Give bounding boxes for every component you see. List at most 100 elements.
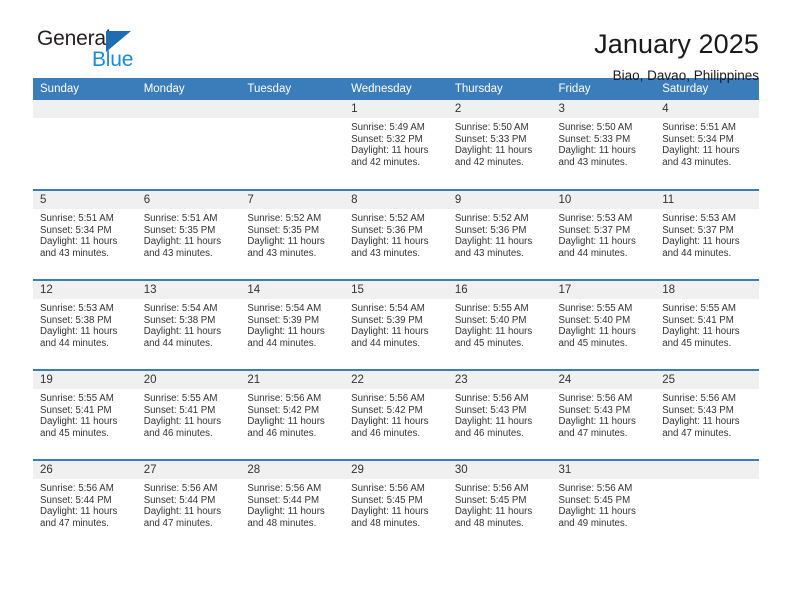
calendar-day-cell[interactable]: 14 Sunrise: 5:54 AM Sunset: 5:39 PM Dayligh… <box>240 279 345 370</box>
sunset-text: Sunset: 5:44 PM <box>247 494 320 506</box>
day-cell-inner: 12 Sunrise: 5:53 AM Sunset: 5:38 PM Dayligh… <box>33 281 137 369</box>
day-sun-info: Sunrise: 5:55 AM Sunset: 5:41 PM Daylight:… <box>33 389 137 439</box>
calendar-day-cell-empty <box>136 100 241 190</box>
day-number: 12 <box>33 281 137 299</box>
day-number: 18 <box>655 281 759 299</box>
sunrise-text: Sunrise: 5:49 AM <box>351 122 425 133</box>
daylight-text-line2: and 47 minutes. <box>143 517 213 529</box>
calendar-day-cell[interactable]: 7 Sunrise: 5:52 AM Sunset: 5:35 PM Daylight… <box>240 189 345 280</box>
day-number: 3 <box>551 100 656 118</box>
calendar-day-cell[interactable]: 2 Sunrise: 5:50 AM Sunset: 5:33 PM Daylight… <box>447 100 552 190</box>
calendar-day-cell[interactable]: 26 Sunrise: 5:56 AM Sunset: 5:44 PM Dayligh… <box>33 459 137 550</box>
day-number: 19 <box>33 371 137 389</box>
calendar-day-cell[interactable]: 31 Sunrise: 5:56 AM Sunset: 5:45 PM Dayligh… <box>551 459 656 550</box>
daylight-text-line2: and 42 minutes. <box>454 156 524 168</box>
sunset-text: Sunset: 5:42 PM <box>351 404 423 416</box>
weekday-header-wednesday: Wednesday <box>344 78 448 100</box>
sunset-text: Sunset: 5:39 PM <box>351 314 423 326</box>
day-cell-inner: 24 Sunrise: 5:56 AM Sunset: 5:43 PM Dayligh… <box>551 371 656 459</box>
day-cell-inner: 3 Sunrise: 5:50 AM Sunset: 5:33 PM Daylight… <box>551 100 656 188</box>
calendar-day-cell[interactable]: 16 Sunrise: 5:55 AM Sunset: 5:40 PM Dayligh… <box>447 279 552 370</box>
daylight-text-line1: Daylight: 11 hours <box>558 236 636 248</box>
calendar-day-cell[interactable]: 9 Sunrise: 5:52 AM Sunset: 5:36 PM Daylight… <box>447 189 552 280</box>
calendar-day-cell[interactable]: 4 Sunrise: 5:51 AM Sunset: 5:34 PM Daylight… <box>655 100 759 190</box>
day-sun-info: Sunrise: 5:54 AM Sunset: 5:39 PM Daylight:… <box>344 299 448 349</box>
sunset-text: Sunset: 5:33 PM <box>454 133 527 145</box>
day-number <box>33 100 137 118</box>
calendar-day-cell[interactable]: 6 Sunrise: 5:51 AM Sunset: 5:35 PM Daylight… <box>136 189 241 280</box>
day-cell-inner: 8 Sunrise: 5:52 AM Sunset: 5:36 PM Daylight… <box>344 191 448 279</box>
day-number: 4 <box>655 100 759 118</box>
calendar-day-cell[interactable]: 19 Sunrise: 5:55 AM Sunset: 5:41 PM Dayligh… <box>33 369 137 460</box>
calendar-day-cell[interactable]: 23 Sunrise: 5:56 AM Sunset: 5:43 PM Dayligh… <box>447 369 552 460</box>
sunrise-text: Sunrise: 5:54 AM <box>143 303 218 314</box>
day-number: 6 <box>136 191 241 209</box>
calendar-day-cell[interactable]: 5 Sunrise: 5:51 AM Sunset: 5:34 PM Daylight… <box>33 189 137 280</box>
day-cell-inner <box>136 100 241 188</box>
daylight-text-line2: and 43 minutes. <box>40 247 109 259</box>
calendar-week-row: 5 Sunrise: 5:51 AM Sunset: 5:34 PM Daylight… <box>33 189 759 280</box>
calendar-day-cell[interactable]: 3 Sunrise: 5:50 AM Sunset: 5:33 PM Daylight… <box>551 100 656 190</box>
daylight-text-line2: and 44 minutes. <box>247 337 317 349</box>
sunrise-text: Sunrise: 5:53 AM <box>558 213 633 224</box>
sunrise-text: Sunrise: 5:51 AM <box>40 213 114 224</box>
day-cell-inner: 30 Sunrise: 5:56 AM Sunset: 5:45 PM Dayligh… <box>447 461 552 549</box>
weekday-header-monday: Monday <box>136 78 241 100</box>
daylight-text-line1: Daylight: 11 hours <box>40 236 118 248</box>
page-title: January 2025 <box>594 29 759 59</box>
day-sun-info: Sunrise: 5:56 AM Sunset: 5:44 PM Daylight:… <box>137 479 241 529</box>
calendar-day-cell[interactable]: 15 Sunrise: 5:54 AM Sunset: 5:39 PM Dayligh… <box>344 279 448 370</box>
calendar-week-row: 1 Sunrise: 5:49 AM Sunset: 5:32 PM Daylight… <box>33 100 759 190</box>
calendar-day-cell[interactable]: 18 Sunrise: 5:55 AM Sunset: 5:41 PM Dayligh… <box>655 279 759 370</box>
calendar-day-cell[interactable]: 28 Sunrise: 5:56 AM Sunset: 5:44 PM Dayligh… <box>240 459 345 550</box>
daylight-text-line1: Daylight: 11 hours <box>454 236 533 248</box>
calendar-day-cell[interactable]: 17 Sunrise: 5:55 AM Sunset: 5:40 PM Dayligh… <box>551 279 656 370</box>
calendar-day-cell[interactable]: 12 Sunrise: 5:53 AM Sunset: 5:38 PM Dayligh… <box>33 279 137 370</box>
day-number: 15 <box>344 281 448 299</box>
brand-name-blue: Blue <box>92 48 134 71</box>
calendar-day-cell[interactable]: 25 Sunrise: 5:56 AM Sunset: 5:43 PM Dayligh… <box>655 369 759 460</box>
sunset-text: Sunset: 5:33 PM <box>558 133 631 145</box>
daylight-text-line2: and 45 minutes. <box>662 337 732 349</box>
calendar-day-cell[interactable]: 30 Sunrise: 5:56 AM Sunset: 5:45 PM Dayligh… <box>447 459 552 550</box>
sunset-text: Sunset: 5:41 PM <box>143 404 216 416</box>
sunset-text: Sunset: 5:43 PM <box>454 404 527 416</box>
day-number: 24 <box>551 371 656 389</box>
title-block: January 2025 Biao, Davao, Philippines <box>594 27 759 84</box>
day-sun-info: Sunrise: 5:50 AM Sunset: 5:33 PM Daylight:… <box>448 118 552 168</box>
calendar-day-cell-empty <box>33 100 137 190</box>
day-number <box>240 100 345 118</box>
day-number: 26 <box>33 461 137 479</box>
calendar-day-cell[interactable]: 27 Sunrise: 5:56 AM Sunset: 5:44 PM Dayligh… <box>136 459 241 550</box>
daylight-text-line2: and 42 minutes. <box>351 156 421 168</box>
sunset-text: Sunset: 5:39 PM <box>247 314 320 326</box>
calendar-day-cell[interactable]: 22 Sunrise: 5:56 AM Sunset: 5:42 PM Dayligh… <box>344 369 448 460</box>
daylight-text-line1: Daylight: 11 hours <box>558 506 636 518</box>
sunset-text: Sunset: 5:40 PM <box>454 314 527 326</box>
calendar-day-cell[interactable]: 13 Sunrise: 5:54 AM Sunset: 5:38 PM Dayligh… <box>136 279 241 370</box>
calendar-day-cell[interactable]: 20 Sunrise: 5:55 AM Sunset: 5:41 PM Dayligh… <box>136 369 241 460</box>
daylight-text-line2: and 46 minutes. <box>247 427 317 439</box>
calendar-day-cell[interactable]: 24 Sunrise: 5:56 AM Sunset: 5:43 PM Dayligh… <box>551 369 656 460</box>
calendar-day-cell[interactable]: 11 Sunrise: 5:53 AM Sunset: 5:37 PM Dayligh… <box>655 189 759 280</box>
day-sun-info: Sunrise: 5:51 AM Sunset: 5:34 PM Daylight:… <box>655 118 759 168</box>
day-cell-inner: 18 Sunrise: 5:55 AM Sunset: 5:41 PM Dayligh… <box>655 281 759 369</box>
day-cell-inner: 15 Sunrise: 5:54 AM Sunset: 5:39 PM Dayligh… <box>344 281 448 369</box>
day-number: 23 <box>447 371 552 389</box>
daylight-text-line2: and 45 minutes. <box>558 337 628 349</box>
day-number: 16 <box>447 281 552 299</box>
weekday-header-thursday: Thursday <box>447 78 552 100</box>
calendar-day-cell[interactable]: 21 Sunrise: 5:56 AM Sunset: 5:42 PM Dayligh… <box>240 369 345 460</box>
day-sun-info: Sunrise: 5:56 AM Sunset: 5:43 PM Daylight:… <box>552 389 656 439</box>
sunset-text: Sunset: 5:41 PM <box>40 404 112 416</box>
calendar-day-cell[interactable]: 10 Sunrise: 5:53 AM Sunset: 5:37 PM Dayligh… <box>551 189 656 280</box>
day-sun-info: Sunrise: 5:53 AM Sunset: 5:37 PM Daylight:… <box>655 209 759 259</box>
daylight-text-line2: and 43 minutes. <box>247 247 317 259</box>
calendar-day-cell[interactable]: 8 Sunrise: 5:52 AM Sunset: 5:36 PM Daylight… <box>344 189 448 280</box>
calendar-week-row: 19 Sunrise: 5:55 AM Sunset: 5:41 PM Dayligh… <box>33 369 759 460</box>
daylight-text-line2: and 44 minutes. <box>351 337 421 349</box>
brand-logo: General Blue <box>33 27 193 79</box>
calendar-day-cell[interactable]: 1 Sunrise: 5:49 AM Sunset: 5:32 PM Daylight… <box>344 100 448 190</box>
calendar-day-cell[interactable]: 29 Sunrise: 5:56 AM Sunset: 5:45 PM Dayligh… <box>344 459 448 550</box>
calendar-day-cell-empty <box>240 100 345 190</box>
